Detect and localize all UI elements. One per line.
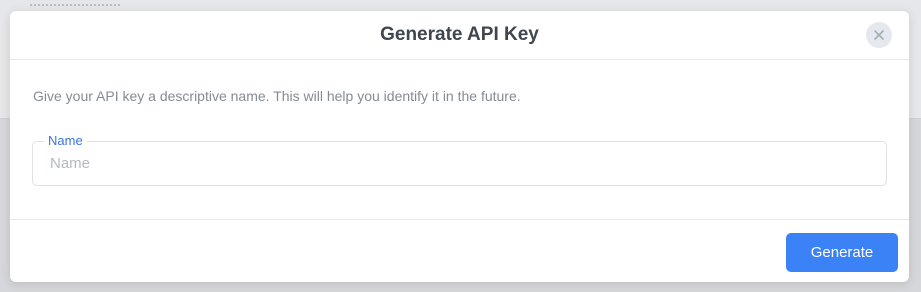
dialog-description: Give your API key a descriptive name. Th… (33, 88, 521, 104)
close-button[interactable] (866, 22, 892, 48)
dialog-footer: Generate (10, 219, 909, 282)
generate-button[interactable]: Generate (786, 233, 898, 272)
name-input[interactable] (50, 142, 870, 185)
name-field: Name (32, 133, 887, 186)
dialog-title: Generate API Key (380, 24, 539, 45)
generate-api-key-dialog: Generate API Key Give your API key a des… (10, 11, 909, 282)
background-text-fragment (30, 0, 120, 6)
close-icon (874, 30, 884, 40)
dialog-header: Generate API Key (10, 11, 909, 60)
dialog-body: Give your API key a descriptive name. Th… (10, 60, 909, 219)
